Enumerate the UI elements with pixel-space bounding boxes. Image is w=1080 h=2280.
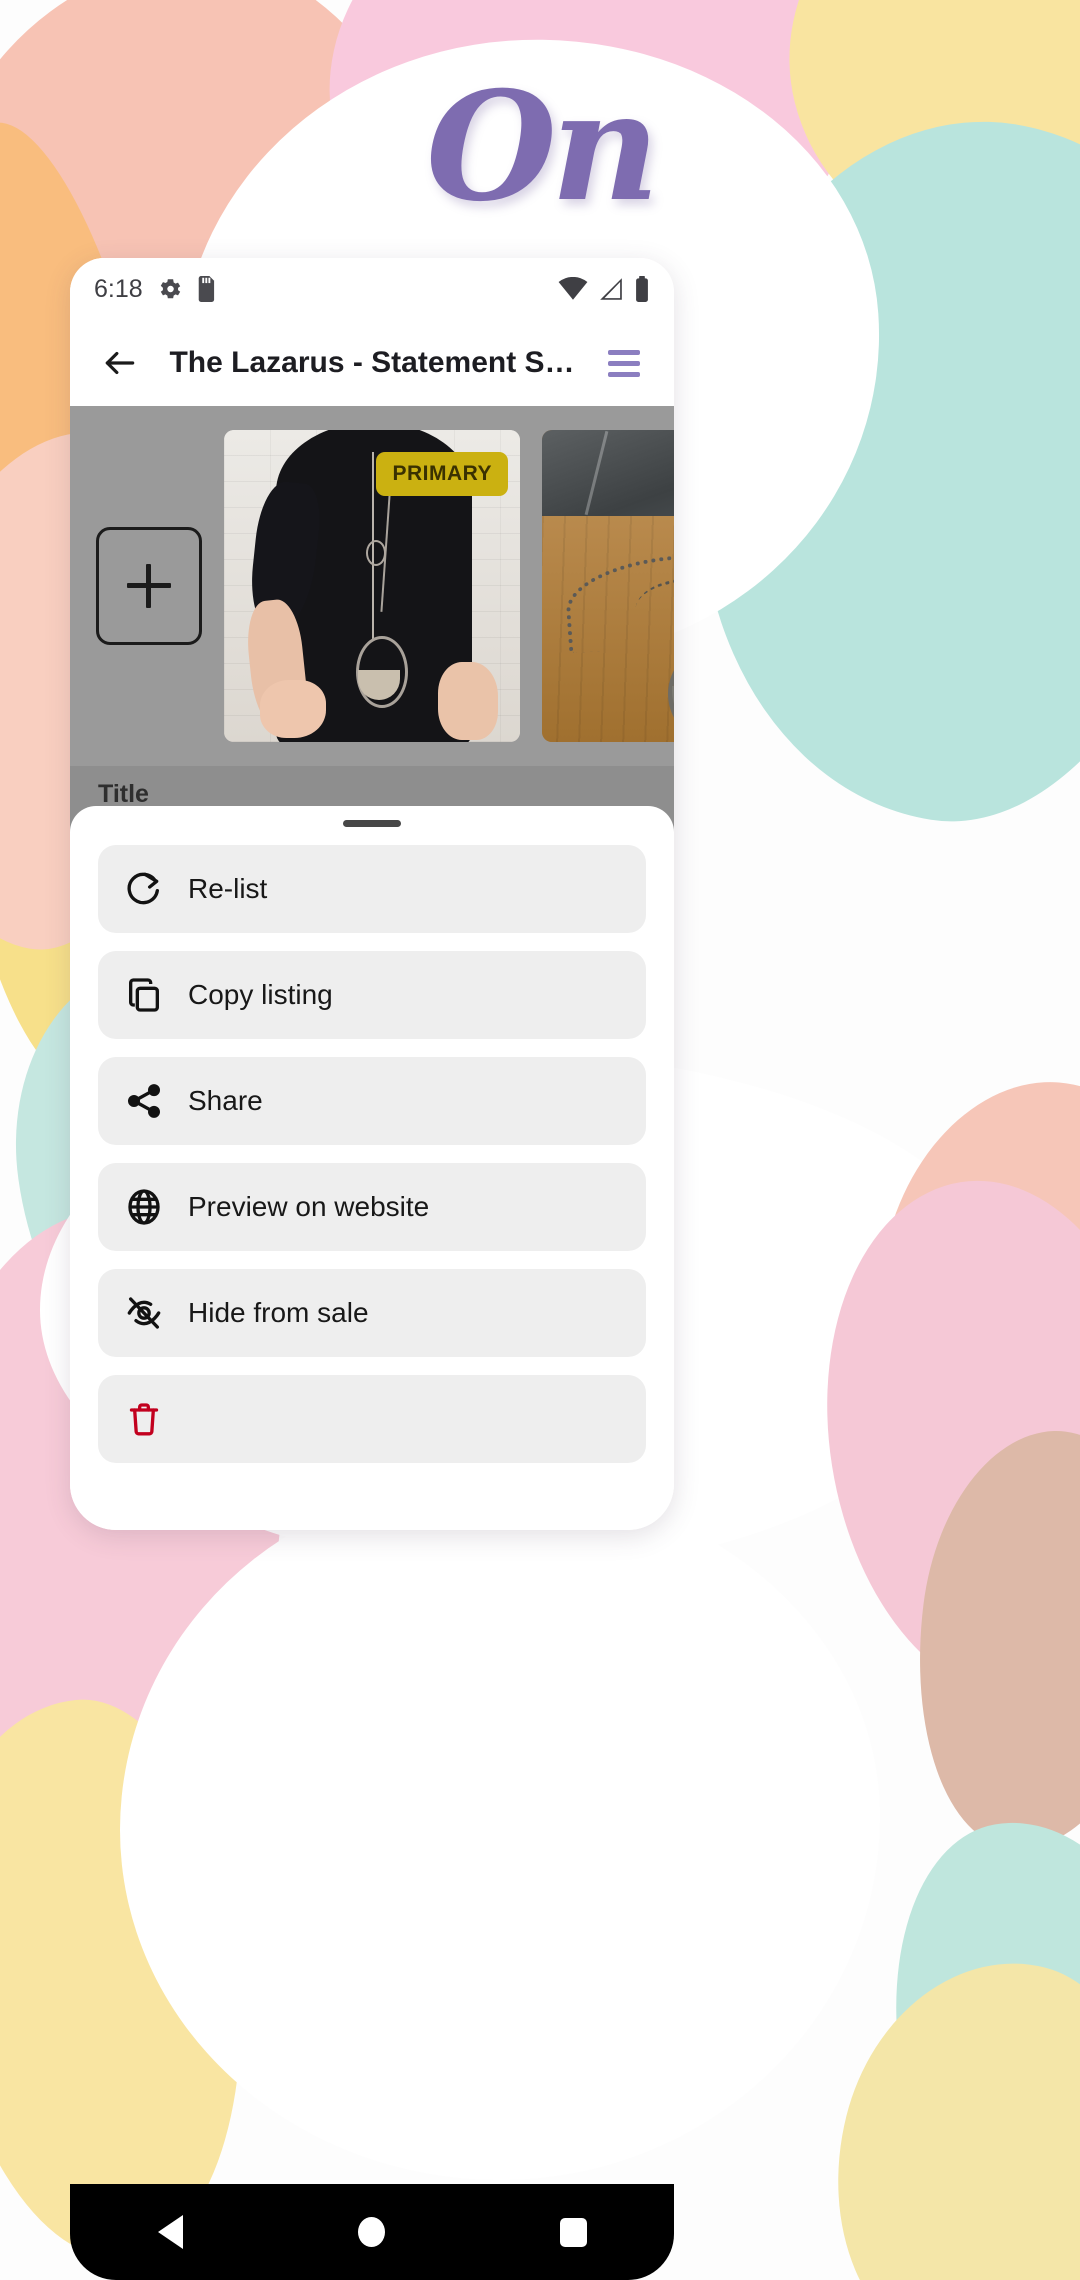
photo-necklace-link [366, 540, 386, 566]
sheet-item-label: Re-list [188, 873, 268, 904]
app-bar: The Lazarus - Statement S… [70, 320, 674, 406]
page-title: The Lazarus - Statement S… [169, 346, 575, 379]
menu-line-3 [608, 371, 640, 377]
android-status-bar: 6:18 [70, 258, 674, 320]
photo-model-hand-left [260, 680, 326, 738]
gear-icon [160, 279, 180, 299]
eye-off-icon [127, 1297, 161, 1329]
photo-model-hand-right [438, 662, 498, 740]
sheet-item-copy-listing[interactable]: Copy listing [98, 951, 646, 1039]
battery-icon [636, 276, 648, 302]
bg-brush-white-lower [120, 1480, 880, 2180]
nav-recents-square-icon [559, 2217, 587, 2247]
status-bar-right [558, 276, 650, 302]
back-button[interactable] [92, 335, 148, 391]
phone-mockup: 6:18 The Lazarus - Statement S… PRIMARY … [70, 258, 674, 1530]
sheet-item-label: Share [188, 1085, 263, 1116]
sheet-item-share[interactable]: Share [98, 1057, 646, 1145]
cellular-signal-icon [600, 278, 622, 300]
delete-trash-icon [129, 1403, 159, 1436]
android-navigation-bar [70, 2184, 674, 2280]
menu-line-1 [608, 349, 640, 355]
add-photo-button[interactable] [96, 527, 202, 645]
sheet-item-relist[interactable]: Re-list [98, 845, 646, 933]
copy-icon [129, 978, 159, 1012]
sheet-item-label: Copy listing [188, 979, 333, 1010]
wifi-icon [558, 277, 588, 300]
status-badge: PRIMARY [376, 452, 508, 496]
sheet-item-label: Hide from sale [188, 1297, 369, 1328]
photo-marble-surface [542, 430, 674, 516]
sheet-drag-handle[interactable] [343, 820, 401, 827]
nav-recents-button[interactable] [523, 2184, 623, 2280]
sheet-item-preview-on-website[interactable]: Preview on website [98, 1163, 646, 1251]
share-icon [128, 1084, 160, 1118]
bottom-sheet: Re-list Copy listing Share Preview on we… [70, 806, 674, 1530]
status-bar-clock: 6:18 [94, 274, 143, 303]
nav-home-circle-icon [358, 2217, 386, 2247]
nav-back-triangle-icon [158, 2215, 184, 2249]
plus-icon [127, 564, 171, 608]
menu-line-2 [608, 360, 640, 366]
title-field-label: Title [98, 780, 149, 808]
photo-carousel[interactable]: PRIMARY [70, 406, 674, 766]
sheet-item-hide-from-sale[interactable]: Hide from sale [98, 1269, 646, 1357]
globe-icon [128, 1189, 160, 1225]
sd-card-icon [198, 276, 214, 302]
nav-home-button[interactable] [322, 2184, 422, 2280]
carousel-photo-secondary[interactable] [542, 430, 674, 742]
hamburger-menu-icon[interactable] [596, 335, 652, 391]
sheet-item-delete[interactable] [98, 1375, 646, 1463]
relist-refresh-icon [127, 872, 159, 905]
carousel-photo-primary[interactable]: PRIMARY [224, 430, 520, 742]
arrow-left-icon [105, 351, 135, 375]
sheet-item-label: Preview on website [188, 1191, 430, 1222]
nav-back-button[interactable] [121, 2184, 221, 2280]
status-bar-left: 6:18 [94, 275, 217, 304]
